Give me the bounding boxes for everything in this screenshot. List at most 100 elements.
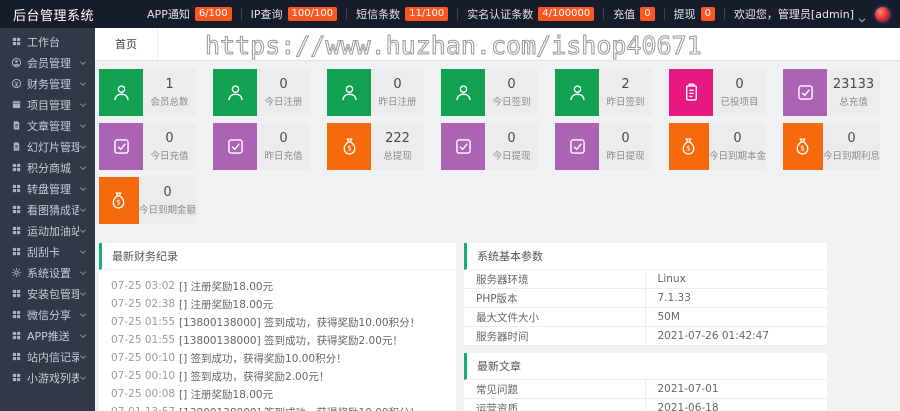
stat-card[interactable]: $ 0 今日到期本金 xyxy=(669,123,766,170)
sidebar: 工作台 会员管理 财务管理 项目管理 文章管理 幻灯片管理 xyxy=(0,28,95,411)
articles-panel-title: 最新文章 xyxy=(464,353,827,380)
tab-home[interactable]: 首页 xyxy=(95,28,158,60)
finance-record-row[interactable]: 07-25 02:38 [] 注册奖励18.00元 xyxy=(99,295,456,313)
sidebar-item[interactable]: APP推送 xyxy=(0,325,95,346)
topbar-stat[interactable]: 实名认证条数 4/100000 xyxy=(467,6,594,22)
stat-card-value: 0 xyxy=(279,78,287,92)
table-row[interactable]: 运营资质 2021-06-18 xyxy=(464,399,827,411)
stat-card[interactable]: 0 今日签到 xyxy=(441,69,538,116)
chevron-down-icon[interactable] xyxy=(857,10,867,20)
sidebar-item[interactable]: 系统设置 xyxy=(0,262,95,283)
sidebar-item[interactable]: 积分商城 xyxy=(0,157,95,178)
grid-icon xyxy=(11,372,22,383)
topbar-stat[interactable]: 充值 0 xyxy=(613,6,654,22)
finance-record-row[interactable]: 07-25 00:08 [] 注册奖励18.00元 xyxy=(99,385,456,403)
stat-card-value: 0 xyxy=(393,78,401,92)
articles-panel: 最新文章 常见问题 2021-07-01 运营资质 2021-06-18 xyxy=(464,353,827,411)
money-bag-icon: $ xyxy=(339,136,360,157)
finance-record-row[interactable]: 07-25 00:10 [] 签到成功，获得奖励2.00元！ xyxy=(99,367,456,385)
topbar-stat-label: 实名认证条数 xyxy=(467,6,533,22)
stat-card[interactable]: 0 昨日充值 xyxy=(213,123,310,170)
stat-card[interactable]: 0 昨日注册 xyxy=(327,69,424,116)
stat-card[interactable]: 0 今日注册 xyxy=(213,69,310,116)
stat-card[interactable]: 0 今日提现 xyxy=(441,123,538,170)
chevron-down-icon xyxy=(79,269,87,277)
stat-card-value: 0 xyxy=(507,132,515,146)
stat-card[interactable]: $ 0 今日到期金额 xyxy=(99,177,196,224)
sidebar-item[interactable]: 小游戏列表 xyxy=(0,367,95,388)
clipboard-icon xyxy=(681,82,702,103)
sidebar-item[interactable]: 看图猜成语 xyxy=(0,199,95,220)
sidebar-item-label: 运动加油站 xyxy=(27,223,79,239)
status-badge: 0 xyxy=(640,7,654,21)
stat-card-label: 今日签到 xyxy=(492,94,530,108)
sidebar-item[interactable]: 站内信记录 xyxy=(0,346,95,367)
sidebar-item[interactable]: 项目管理 xyxy=(0,94,95,115)
user-icon xyxy=(111,82,132,103)
topbar-stat[interactable]: 短信条数 11/100 xyxy=(356,6,448,22)
topbar-stat-label: IP查询 xyxy=(251,6,283,22)
sidebar-item[interactable]: 安装包管理 xyxy=(0,283,95,304)
finance-record-row[interactable]: 07-01 13:57 [13800138000] 签到成功，获得奖励10.00… xyxy=(99,403,456,411)
sidebar-item[interactable]: 会员管理 xyxy=(0,52,95,73)
sidebar-item[interactable]: 转盘管理 xyxy=(0,178,95,199)
welcome-text[interactable]: 欢迎您，管理员[admin] xyxy=(734,6,854,22)
stat-card[interactable]: 0 已投项目 xyxy=(669,69,766,116)
money-bag-icon: $ xyxy=(108,190,129,211)
topbar-stat[interactable]: IP查询 100/100 xyxy=(251,6,337,22)
user-icon xyxy=(339,82,360,103)
sidebar-item[interactable]: 幻灯片管理 xyxy=(0,136,95,157)
sidebar-item-label: 系统设置 xyxy=(27,265,71,281)
divider xyxy=(346,8,347,20)
sidebar-item[interactable]: 微信分享 xyxy=(0,304,95,325)
system-panel-title: 系统基本参数 xyxy=(464,243,827,270)
bomb-icon[interactable] xyxy=(875,7,890,22)
topbar-stats: APP通知 6/100 IP查询 100/100 短信条数 xyxy=(147,6,900,22)
right-column: 系统基本参数 服务器环境 Linux PHP版本 7.1.33 xyxy=(464,243,827,411)
stat-card[interactable]: $ 0 今日到期利息 xyxy=(783,123,880,170)
topbar-stat[interactable]: APP通知 6/100 xyxy=(147,6,232,22)
table-row[interactable]: 常见问题 2021-07-01 xyxy=(464,380,827,399)
stat-card-label: 今日充值 xyxy=(150,148,188,162)
svg-text:$: $ xyxy=(801,144,805,152)
grid-icon xyxy=(11,204,22,215)
stat-card[interactable]: 0 昨日提现 xyxy=(555,123,652,170)
finance-record-row[interactable]: 07-25 01:55 [13800138000] 签到成功，获得奖励2.00元… xyxy=(99,331,456,349)
topbar-stat-label: 提现 xyxy=(674,6,696,22)
article-title: 常见问题 xyxy=(464,380,646,398)
sidebar-item-label: 微信分享 xyxy=(27,307,71,323)
topbar-stat[interactable]: 提现 0 xyxy=(674,6,715,22)
sidebar-item-label: 小游戏列表 xyxy=(27,370,79,386)
stat-card[interactable]: 0 今日充值 xyxy=(99,123,196,170)
app-title: 后台管理系统 xyxy=(0,5,94,24)
recharge-card-icon xyxy=(453,136,474,157)
sidebar-item[interactable]: 财务管理 xyxy=(0,73,95,94)
chevron-down-icon xyxy=(79,311,87,319)
finance-record-row[interactable]: 07-25 00:10 [] 签到成功，获得奖励10.00积分！ xyxy=(99,349,456,367)
record-text: [13800138000] 签到成功，获得奖励2.00元！ xyxy=(179,333,403,348)
record-text: [] 注册奖励18.00元 xyxy=(179,297,273,312)
record-text: [] 注册奖励18.00元 xyxy=(179,279,273,294)
stat-card-label: 今日到期金额 xyxy=(139,202,196,216)
stat-card[interactable]: 23133 总充值 xyxy=(783,69,880,116)
sidebar-item[interactable]: 工作台 xyxy=(0,31,95,52)
stat-card[interactable]: $ 222 总提现 xyxy=(327,123,424,170)
record-text: [13800138000] 签到成功，获得奖励10.00积分！ xyxy=(179,405,420,411)
record-time: 07-01 13:57 xyxy=(111,406,179,411)
finance-record-row[interactable]: 07-25 01:55 [13800138000] 签到成功，获得奖励10.00… xyxy=(99,313,456,331)
money-bag-icon: $ xyxy=(792,136,813,157)
divider xyxy=(603,8,604,20)
sidebar-item[interactable]: 刮刮卡 xyxy=(0,241,95,262)
sidebar-item[interactable]: 运动加油站 xyxy=(0,220,95,241)
finance-record-row[interactable]: 07-25 03:02 [] 注册奖励18.00元 xyxy=(99,277,456,295)
status-badge: 11/100 xyxy=(405,7,448,21)
stat-card-label: 昨日签到 xyxy=(606,94,644,108)
chevron-down-icon xyxy=(79,290,87,298)
stat-card[interactable]: 1 会员总数 xyxy=(99,69,196,116)
chevron-down-icon xyxy=(79,164,87,172)
sidebar-item[interactable]: 文章管理 xyxy=(0,115,95,136)
sidebar-item-label: 文章管理 xyxy=(27,118,71,134)
chevron-down-icon xyxy=(79,59,87,67)
record-time: 07-25 01:55 xyxy=(111,334,179,346)
stat-card[interactable]: 2 昨日签到 xyxy=(555,69,652,116)
